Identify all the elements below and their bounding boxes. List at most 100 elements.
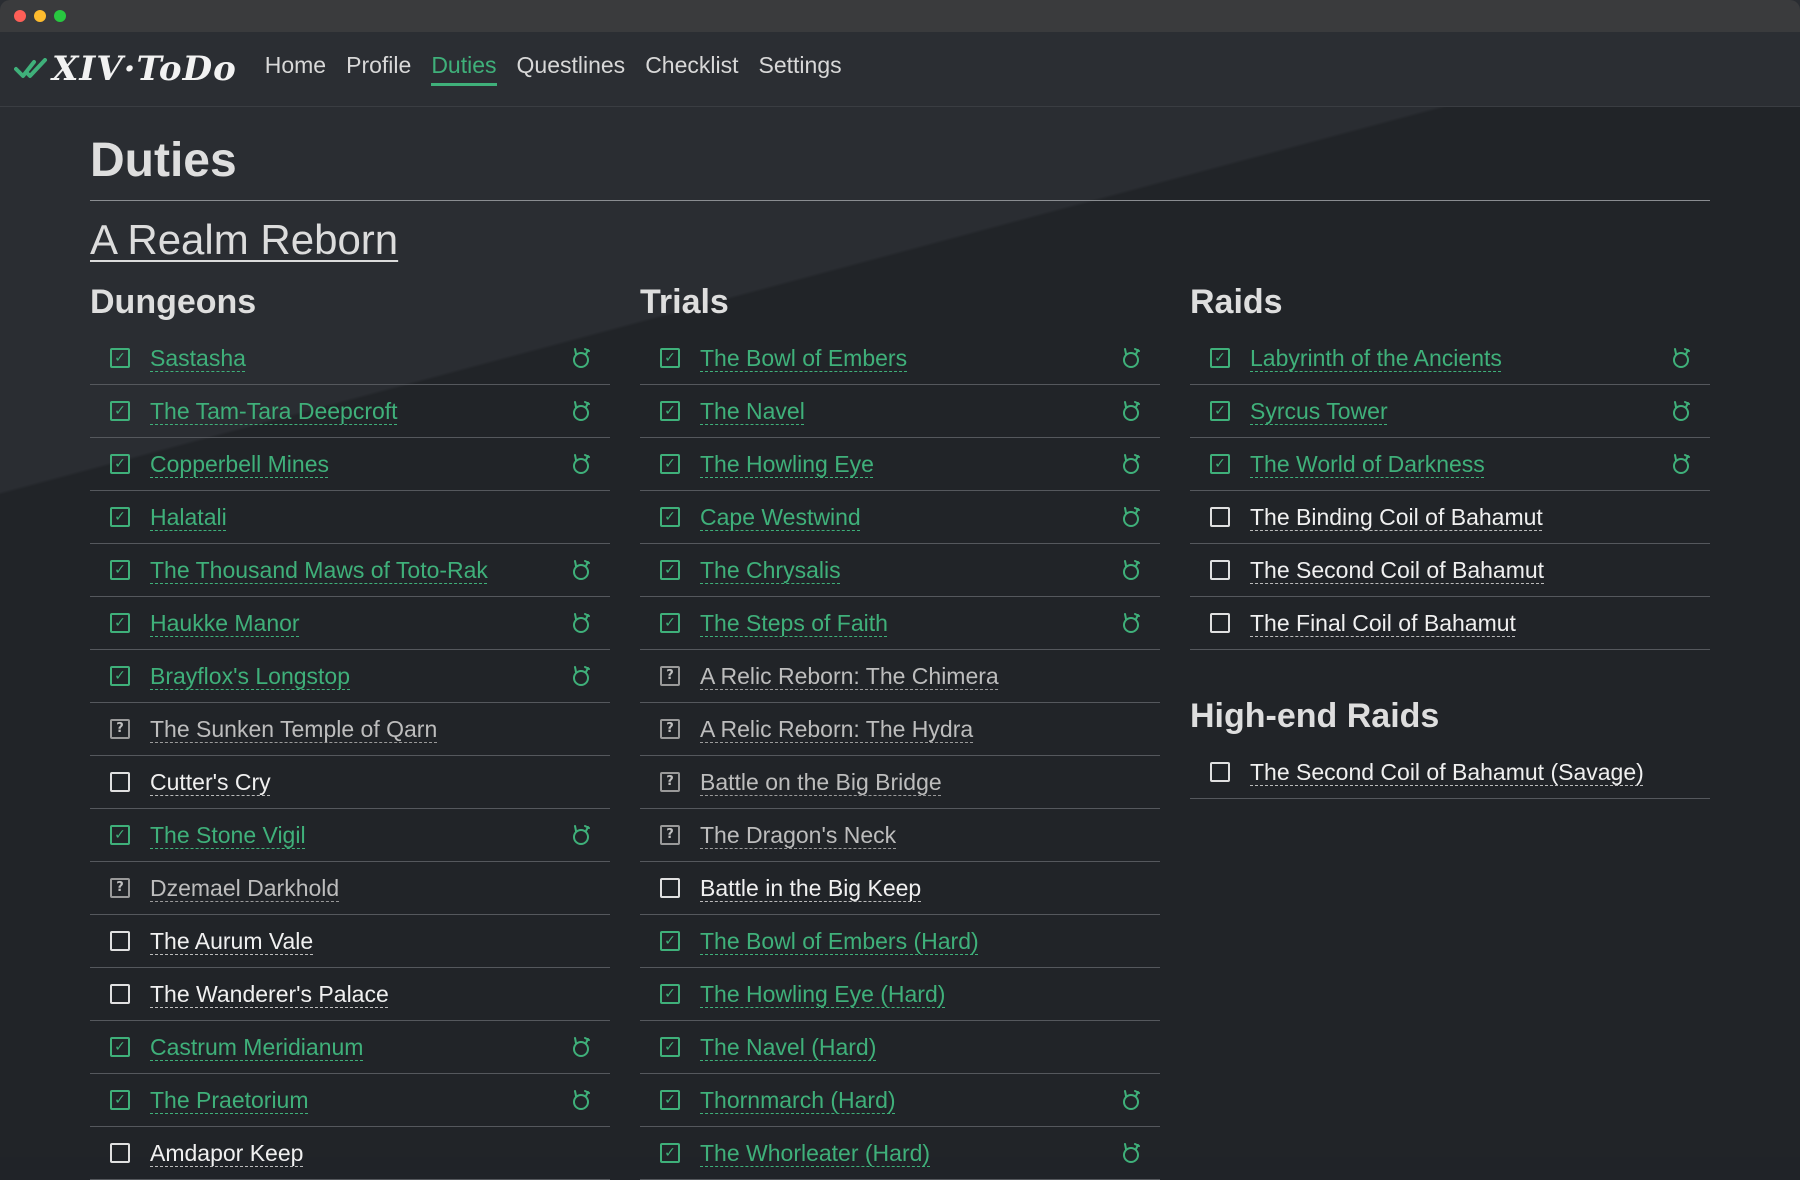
unchecked-checkbox[interactable]: [1210, 613, 1230, 633]
duty-name[interactable]: A Relic Reborn: The Chimera: [700, 663, 999, 690]
duty-name[interactable]: The Praetorium: [150, 1087, 309, 1114]
duty-name[interactable]: The Final Coil of Bahamut: [1250, 610, 1516, 637]
duty-name[interactable]: The Second Coil of Bahamut: [1250, 557, 1544, 584]
duty-name[interactable]: Castrum Meridianum: [150, 1034, 363, 1061]
duty-name[interactable]: The Aurum Vale: [150, 928, 313, 955]
checked-checkbox[interactable]: ✓: [110, 560, 130, 580]
expansion-heading[interactable]: A Realm Reborn: [90, 215, 398, 265]
checked-checkbox[interactable]: ✓: [660, 507, 680, 527]
unchecked-checkbox[interactable]: [660, 878, 680, 898]
duty-name[interactable]: Copperbell Mines: [150, 451, 329, 478]
checked-checkbox[interactable]: ✓: [660, 348, 680, 368]
duty-name[interactable]: The Howling Eye: [700, 451, 874, 478]
duty-name[interactable]: Sastasha: [150, 345, 246, 372]
checked-checkbox[interactable]: ✓: [110, 666, 130, 686]
moogle-icon: [1123, 454, 1140, 474]
duty-name[interactable]: Labyrinth of the Ancients: [1250, 345, 1502, 372]
duty-name[interactable]: A Relic Reborn: The Hydra: [700, 716, 973, 743]
duty-name[interactable]: The Sunken Temple of Qarn: [150, 716, 437, 743]
checked-checkbox[interactable]: ✓: [660, 1037, 680, 1057]
duty-name[interactable]: The Howling Eye (Hard): [700, 981, 945, 1008]
duty-name[interactable]: The Tam-Tara Deepcroft: [150, 398, 398, 425]
duty-name[interactable]: Haukke Manor: [150, 610, 300, 637]
dungeons-list: ✓ Sastasha ✓ The Tam-Tara Deepcroft ✓ Copperb…: [90, 332, 610, 1180]
checked-checkbox[interactable]: ✓: [110, 454, 130, 474]
duty-name[interactable]: The Navel: [700, 398, 805, 425]
nav-checklist[interactable]: Checklist: [645, 52, 738, 86]
duty-name[interactable]: Brayflox's Longstop: [150, 663, 350, 690]
brand-logo[interactable]: XIV·ToDo: [14, 49, 237, 89]
duty-name[interactable]: The Bowl of Embers: [700, 345, 907, 372]
checked-checkbox[interactable]: ✓: [660, 401, 680, 421]
checked-checkbox[interactable]: ✓: [660, 454, 680, 474]
duty-name[interactable]: The Chrysalis: [700, 557, 841, 584]
duty-name[interactable]: Cape Westwind: [700, 504, 861, 531]
checked-checkbox[interactable]: ✓: [1210, 348, 1230, 368]
unchecked-checkbox[interactable]: [110, 931, 130, 951]
nav-duties[interactable]: Duties: [431, 52, 497, 86]
duty-name[interactable]: The Steps of Faith: [700, 610, 888, 637]
close-window-button[interactable]: [14, 10, 26, 22]
duty-name[interactable]: Dzemael Darkhold: [150, 875, 339, 902]
nav-profile[interactable]: Profile: [346, 52, 411, 86]
duty-name[interactable]: Halatali: [150, 504, 227, 531]
checked-checkbox[interactable]: ✓: [660, 1090, 680, 1110]
unknown-checkbox[interactable]: ?: [660, 825, 680, 845]
minimize-window-button[interactable]: [34, 10, 46, 22]
checked-checkbox[interactable]: ✓: [110, 401, 130, 421]
duty-row: ? A Relic Reborn: The Hydra: [640, 703, 1160, 756]
duty-name[interactable]: The Binding Coil of Bahamut: [1250, 504, 1543, 531]
unchecked-checkbox[interactable]: [110, 984, 130, 1004]
checked-checkbox[interactable]: ✓: [110, 613, 130, 633]
duty-name[interactable]: The Wanderer's Palace: [150, 981, 389, 1008]
duty-name[interactable]: The Bowl of Embers (Hard): [700, 928, 979, 955]
duty-name[interactable]: The Navel (Hard): [700, 1034, 876, 1061]
category-title-high-end-raids: High-end Raids: [1190, 697, 1440, 735]
duty-name[interactable]: The Second Coil of Bahamut (Savage): [1250, 759, 1644, 786]
checked-checkbox[interactable]: ✓: [1210, 401, 1230, 421]
duty-row: ? The Sunken Temple of Qarn: [90, 703, 610, 756]
unknown-checkbox[interactable]: ?: [660, 772, 680, 792]
duty-name[interactable]: Battle in the Big Keep: [700, 875, 921, 902]
duty-name[interactable]: Battle on the Big Bridge: [700, 769, 942, 796]
duty-row: ✓ The Stone Vigil: [90, 809, 610, 862]
duty-name[interactable]: The World of Darkness: [1250, 451, 1485, 478]
dungeons-column: Dungeons ✓ Sastasha ✓ The Tam-Tara Deepcrof…: [90, 276, 610, 1180]
duty-name[interactable]: Amdapor Keep: [150, 1140, 303, 1167]
duty-row: ? Battle on the Big Bridge: [640, 756, 1160, 809]
checked-checkbox[interactable]: ✓: [1210, 454, 1230, 474]
unknown-checkbox[interactable]: ?: [660, 719, 680, 739]
checked-checkbox[interactable]: ✓: [660, 984, 680, 1004]
unchecked-checkbox[interactable]: [110, 772, 130, 792]
unchecked-checkbox[interactable]: [110, 1143, 130, 1163]
duty-name[interactable]: The Whorleater (Hard): [700, 1140, 930, 1167]
unchecked-checkbox[interactable]: [1210, 507, 1230, 527]
unchecked-checkbox[interactable]: [1210, 762, 1230, 782]
nav-home[interactable]: Home: [265, 52, 326, 86]
unchecked-checkbox[interactable]: [1210, 560, 1230, 580]
moogle-icon: [1123, 560, 1140, 580]
unknown-checkbox[interactable]: ?: [110, 719, 130, 739]
checked-checkbox[interactable]: ✓: [660, 1143, 680, 1163]
checked-checkbox[interactable]: ✓: [110, 825, 130, 845]
duty-row: ✓ The Chrysalis: [640, 544, 1160, 597]
checked-checkbox[interactable]: ✓: [110, 507, 130, 527]
duty-name[interactable]: The Stone Vigil: [150, 822, 306, 849]
duty-name[interactable]: The Dragon's Neck: [700, 822, 896, 849]
unknown-checkbox[interactable]: ?: [660, 666, 680, 686]
maximize-window-button[interactable]: [54, 10, 66, 22]
duty-name[interactable]: Thornmarch (Hard): [700, 1087, 896, 1114]
duty-name[interactable]: Cutter's Cry: [150, 769, 271, 796]
checked-checkbox[interactable]: ✓: [660, 931, 680, 951]
nav-questlines[interactable]: Questlines: [517, 52, 626, 86]
checked-checkbox[interactable]: ✓: [660, 560, 680, 580]
checked-checkbox[interactable]: ✓: [110, 348, 130, 368]
duty-name[interactable]: Syrcus Tower: [1250, 398, 1388, 425]
unknown-checkbox[interactable]: ?: [110, 878, 130, 898]
moogle-icon: [573, 454, 590, 474]
checked-checkbox[interactable]: ✓: [660, 613, 680, 633]
nav-settings[interactable]: Settings: [759, 52, 842, 86]
checked-checkbox[interactable]: ✓: [110, 1037, 130, 1057]
duty-name[interactable]: The Thousand Maws of Toto-Rak: [150, 557, 488, 584]
checked-checkbox[interactable]: ✓: [110, 1090, 130, 1110]
